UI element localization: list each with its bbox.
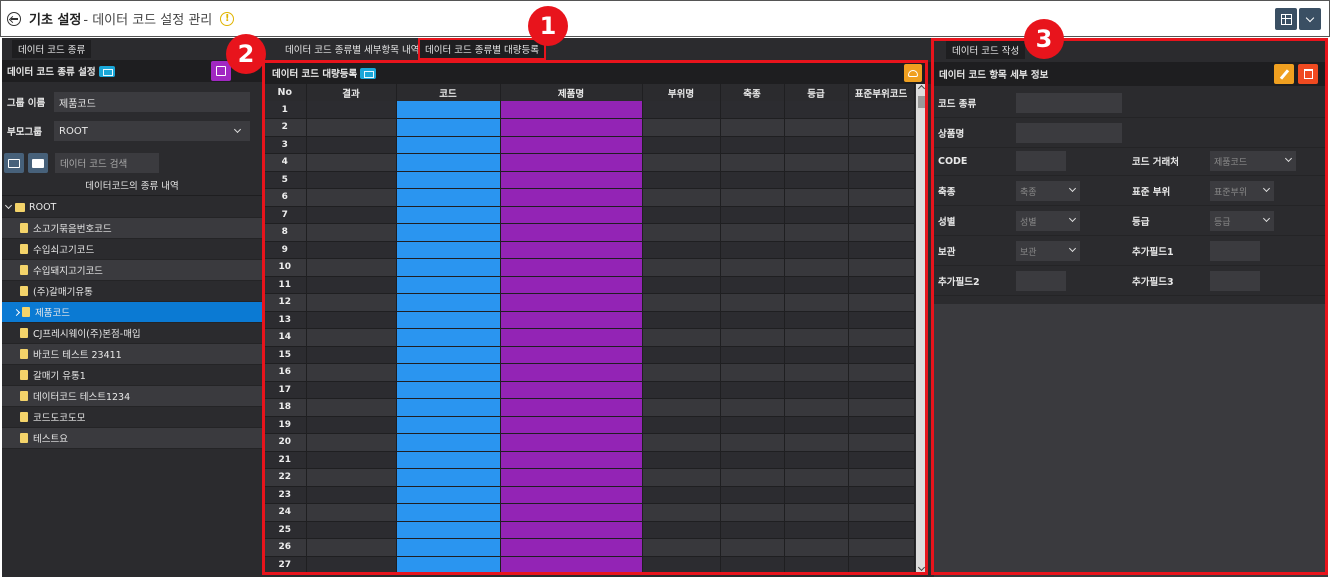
section-title: 데이터 코드 종류 설정 (7, 67, 96, 78)
tab-detail-items[interactable]: 데이터 코드 종류별 세부항목 내역 (280, 40, 424, 58)
tree-item-label: 소고기묶음번호코드 (33, 224, 112, 235)
info-badge-icon (98, 65, 115, 77)
chevron-down-icon (233, 125, 242, 134)
tree-item[interactable]: 갈매기 유통1 (2, 365, 262, 386)
tab-data-code-type[interactable]: 데이터 코드 종류 (12, 40, 92, 58)
group-name-row: 그룹 이름 제품코드 (2, 88, 262, 116)
tree-item[interactable]: CJ프레시웨이(주)본점-매입 (2, 323, 262, 344)
file-icon (22, 307, 30, 317)
tree-caption: 데이터코드의 종류 내역 (2, 175, 262, 196)
parent-group-label: 부모그룹 (7, 127, 42, 138)
tree-item-label: 제품코드 (35, 308, 70, 319)
file-icon (20, 286, 28, 296)
tab-bulk-register[interactable]: 데이터 코드 종류별 대량등록 (418, 38, 546, 60)
tree-item[interactable]: 데이터코드 테스트1234 (2, 386, 262, 407)
tree-item-label: 수입쇠고기코드 (33, 245, 95, 256)
page-subtitle: - 데이터 코드 설정 관리 (83, 13, 213, 28)
file-icon (20, 328, 28, 338)
page-title: 기초 설정 (29, 13, 82, 28)
tree-item-label: 데이터코드 테스트1234 (33, 392, 131, 403)
group-name-input[interactable]: 제품코드 (54, 92, 250, 112)
chevron-right-icon[interactable] (12, 308, 21, 316)
window-titlebar: 기초 설정 - 데이터 코드 설정 관리 ! (0, 0, 1330, 37)
parent-group-value: ROOT (59, 125, 88, 137)
tree-item[interactable]: 수입돼지고기코드 (2, 260, 262, 281)
new-folder-button[interactable] (4, 153, 24, 173)
parent-group-row: 부모그룹 ROOT (2, 117, 262, 145)
tree-item-label: CJ프레시웨이(주)본점-매입 (33, 329, 141, 340)
tree-item[interactable]: 제품코드 (2, 302, 262, 323)
chevron-down-icon (1305, 13, 1315, 22)
tree-item-label: 갈매기 유통1 (33, 371, 86, 382)
layout-grid-button[interactable] (1275, 8, 1297, 30)
export-icon (216, 66, 226, 76)
folder-icon (8, 158, 20, 168)
left-panel: 데이터 코드 종류 데이터 코드 종류 설정 그룹 이름 제품코드 부모그룹 R… (2, 38, 262, 577)
tree-item[interactable]: 코드도코도모 (2, 407, 262, 428)
tree-item-label: 바코드 테스트 23411 (33, 350, 122, 361)
warning-icon[interactable]: ! (220, 11, 235, 26)
file-icon (20, 223, 28, 233)
tree-item[interactable]: 바코드 테스트 23411 (2, 344, 262, 365)
code-search-input[interactable]: 데이터 코드 검색 (55, 153, 159, 173)
tree-item[interactable]: 소고기묶음번호코드 (2, 218, 262, 239)
tree-item-label: (주)갈매기유통 (33, 287, 93, 298)
back-arrow-icon[interactable] (7, 11, 21, 26)
file-icon (20, 244, 28, 254)
chevron-down-icon[interactable] (4, 201, 13, 210)
tree-item-label: 수입돼지고기코드 (33, 266, 103, 277)
grid-icon (1280, 13, 1292, 25)
annotation-marker-2: 2 (226, 34, 266, 74)
annotation-marker-1: 1 (528, 6, 568, 46)
annotation-frame-2 (262, 60, 928, 575)
folder-icon (15, 202, 25, 212)
tree-root-label: ROOT (29, 201, 57, 213)
folder-open-icon (32, 158, 44, 168)
file-icon (20, 370, 28, 380)
tree-item[interactable]: 테스트요 (2, 428, 262, 449)
tree-item[interactable]: (주)갈매기유통 (2, 281, 262, 302)
file-icon (20, 391, 28, 401)
file-icon (20, 349, 28, 359)
code-type-tree: ROOT 소고기묶음번호코드수입쇠고기코드수입돼지고기코드 (주)갈매기유통제품코… (2, 197, 262, 449)
file-icon (20, 433, 28, 443)
tree-item[interactable]: 수입쇠고기코드 (2, 239, 262, 260)
file-icon (20, 265, 28, 275)
tree-item-label: 테스트요 (33, 434, 68, 445)
group-name-label: 그룹 이름 (7, 98, 46, 109)
open-folder-button[interactable] (28, 153, 48, 173)
annotation-frame-3 (931, 38, 1328, 575)
parent-group-select[interactable]: ROOT (54, 121, 250, 141)
file-icon (20, 412, 28, 422)
tree-root[interactable]: ROOT (2, 197, 262, 218)
annotation-marker-3: 3 (1024, 19, 1064, 59)
tree-item-label: 코드도코도모 (33, 413, 86, 424)
middle-tabs: 데이터 코드 종류별 세부항목 내역 데이터 코드 종류별 대량등록 (264, 38, 932, 60)
menu-dropdown-button[interactable] (1299, 8, 1321, 30)
